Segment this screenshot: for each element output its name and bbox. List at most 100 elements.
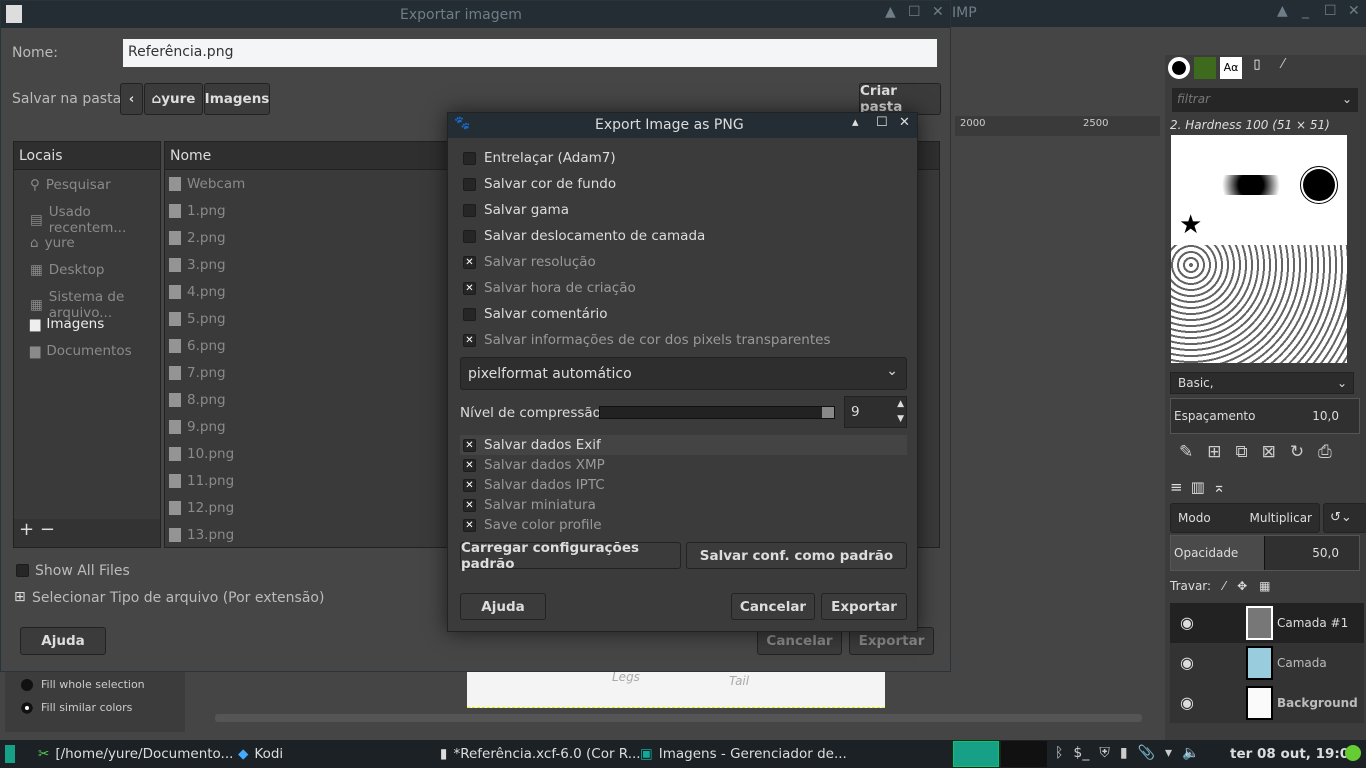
bluetooth-icon[interactable]: ᛒ — [1055, 745, 1063, 761]
checkbox[interactable]: ✕ — [463, 458, 476, 472]
spacing-slider[interactable]: Espaçamento 10,0 — [1170, 398, 1360, 434]
eye-icon[interactable]: ◉ — [1180, 653, 1194, 672]
clipboard-icon[interactable]: ▮ — [1120, 745, 1128, 761]
file-item[interactable]: 3.png — [169, 257, 226, 273]
shade-button[interactable]: ▲ — [1277, 3, 1288, 19]
compression-spinbox[interactable]: 9 ▲ ▼ — [844, 396, 907, 428]
duplicate-brush-icon[interactable]: ⧉ — [1236, 442, 1248, 462]
close-button[interactable]: ✕ — [899, 115, 910, 130]
checkbox[interactable]: ✕ — [463, 255, 476, 269]
horizontal-scrollbar[interactable] — [215, 714, 1142, 722]
maximize-button[interactable]: ☐ — [908, 4, 921, 20]
maximize-button[interactable]: ☐ — [876, 115, 888, 130]
file-item[interactable]: 9.png — [169, 419, 226, 435]
help-button[interactable]: Ajuda — [20, 627, 106, 655]
selected-brush[interactable] — [1300, 166, 1338, 204]
place-recent[interactable]: ▤ Usado recentem... — [30, 204, 160, 236]
checkbox[interactable] — [463, 177, 476, 191]
mode-reset-button[interactable]: ↺⌄ — [1323, 503, 1366, 533]
checkbox[interactable]: ✕ — [463, 333, 476, 347]
shade-button[interactable]: ▲ — [885, 4, 896, 20]
task-gimp[interactable]: ▮ *Referência.xcf-6.0 (Cor R... — [440, 740, 641, 768]
option-row[interactable]: Salvar comentário — [463, 306, 608, 322]
checkbox[interactable]: ✕ — [463, 518, 476, 532]
paintbrush-tab-icon[interactable]: ⁄ — [1272, 57, 1294, 79]
metadata-row[interactable]: ✕ Salvar dados IPTC — [463, 477, 605, 493]
layer-name[interactable]: Camada #1 — [1277, 616, 1348, 630]
expander-icon[interactable]: ⊞ — [14, 589, 26, 605]
task-editor[interactable]: ✂ [/home/yure/Documento... — [38, 740, 233, 768]
png-help-button[interactable]: Ajuda — [460, 593, 546, 620]
refresh-icon[interactable]: ↻ — [1290, 442, 1304, 462]
place-imagens[interactable]: ▆ Imagens — [30, 316, 104, 332]
new-brush-icon[interactable]: ⊞ — [1207, 442, 1221, 462]
volume-icon[interactable]: 🔈 — [1182, 745, 1199, 761]
layer-row[interactable]: ◉ Camada #1 — [1170, 603, 1364, 643]
option-row[interactable]: ✕ Salvar hora de criação — [463, 280, 636, 296]
minimize-button[interactable]: _ — [1302, 3, 1309, 19]
file-item[interactable]: 12.png — [169, 500, 234, 516]
select-file-type-expander[interactable]: Selecionar Tipo de arquivo (Por extensão… — [32, 590, 324, 606]
add-place-icon[interactable]: + — [19, 519, 34, 540]
channels-tab-icon[interactable]: ▥ — [1191, 478, 1205, 496]
metadata-row[interactable]: ✕ Salvar dados XMP — [463, 457, 605, 473]
task-kodi[interactable]: ◆ Kodi — [238, 740, 283, 768]
fonts-tab-icon[interactable]: Aα — [1220, 57, 1242, 79]
png-cancel-button[interactable]: Cancelar — [731, 593, 815, 620]
close-button[interactable]: ✕ — [1348, 3, 1360, 19]
checkbox[interactable]: ✕ — [463, 498, 476, 512]
option-row[interactable]: ✕ Salvar informações de cor dos pixels tr… — [463, 332, 830, 348]
filename-input[interactable]: Referência.png — [123, 39, 937, 67]
lock-position-icon[interactable]: ✥ — [1237, 579, 1247, 593]
file-item[interactable]: 2.png — [169, 230, 226, 246]
lock-pixels-icon[interactable]: ⁄ — [1223, 579, 1225, 593]
checkbox[interactable]: ✕ — [463, 438, 476, 452]
file-item[interactable]: 7.png — [169, 365, 226, 381]
place-documentos[interactable]: ▆ Documentos — [30, 343, 132, 359]
delete-brush-icon[interactable]: ⊠ — [1262, 442, 1276, 462]
shield-icon[interactable]: ⛨ — [1099, 745, 1110, 761]
power-icon[interactable] — [1345, 745, 1361, 761]
attachment-icon[interactable]: 📎 — [1138, 745, 1155, 761]
png-export-button[interactable]: Exportar — [821, 593, 907, 620]
document-tab-icon[interactable]: ▯ — [1246, 57, 1268, 79]
open-as-image-icon[interactable]: ⎙ — [1318, 442, 1332, 462]
eye-icon[interactable]: ◉ — [1180, 613, 1194, 632]
metadata-row[interactable]: ✕ Salvar dados Exif — [463, 437, 601, 453]
menu-icon[interactable] — [5, 745, 15, 763]
wifi-icon[interactable]: ▾ — [1165, 745, 1172, 761]
layer-row[interactable]: ◉ Camada — [1170, 643, 1364, 683]
place-home[interactable]: ⌂ yure — [30, 235, 75, 251]
edit-brush-icon[interactable]: ✎ — [1179, 442, 1193, 462]
checkbox[interactable]: ✕ — [463, 478, 476, 492]
checkbox[interactable] — [463, 203, 476, 217]
terminal-icon[interactable]: $_ — [1073, 745, 1089, 761]
brush-preset-select[interactable]: Basic, ⌄ — [1170, 372, 1354, 394]
maximize-button[interactable]: ☐ — [1324, 3, 1337, 19]
metadata-row[interactable]: ✕ Salvar miniatura — [463, 497, 596, 513]
create-folder-button[interactable]: Criar pasta — [859, 83, 941, 115]
path-imagens-button[interactable]: Imagens — [204, 83, 270, 115]
place-search[interactable]: ⚲ Pesquisar — [30, 177, 111, 193]
place-desktop[interactable]: ▦ Desktop — [30, 262, 104, 278]
brush-filter-input[interactable]: filtrar ⌄ — [1172, 88, 1358, 112]
clock[interactable]: ter 08 out, 19:03 — [1230, 746, 1359, 762]
workspace-2[interactable] — [1001, 741, 1047, 767]
slider-handle[interactable] — [822, 407, 834, 418]
eye-icon[interactable]: ◉ — [1180, 693, 1194, 712]
file-item[interactable]: 6.png — [169, 338, 226, 354]
option-row[interactable]: ✕ Salvar resolução — [463, 254, 596, 270]
compression-slider[interactable] — [599, 406, 835, 419]
checkbox[interactable] — [463, 307, 476, 321]
file-item[interactable]: 8.png — [169, 392, 226, 408]
checkbox[interactable] — [463, 229, 476, 243]
shade-button[interactable]: ▴ — [852, 115, 859, 130]
task-file-manager[interactable]: ▣ Imagens - Gerenciador de... — [640, 740, 847, 768]
pixelformat-select[interactable]: pixelformat automático ⌄ — [460, 357, 907, 390]
workspace-1[interactable] — [953, 741, 999, 767]
option-row[interactable]: Entrelaçar (Adam7) — [463, 150, 616, 166]
option-row[interactable]: Salvar gama — [463, 202, 569, 218]
file-item[interactable]: 1.png — [169, 203, 226, 219]
fill-similar-option[interactable]: Fill similar colors — [21, 701, 132, 714]
save-defaults-button[interactable]: Salvar conf. como padrão — [686, 542, 907, 569]
